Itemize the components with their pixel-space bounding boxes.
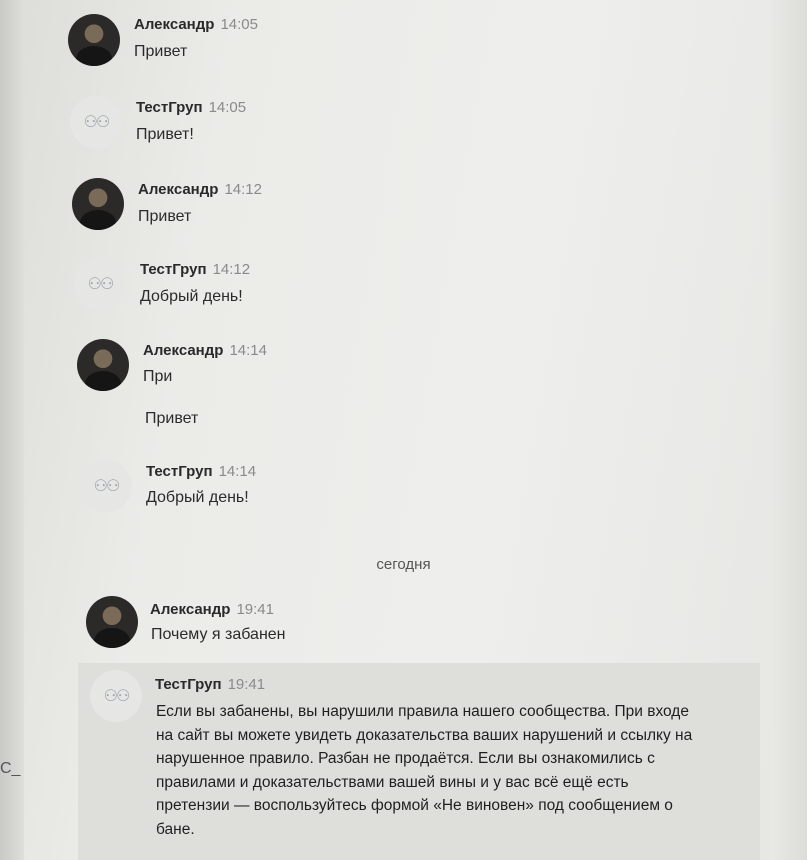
message-text: Добрый день! xyxy=(140,288,243,305)
message-author[interactable]: ТестГруп xyxy=(140,261,207,278)
group-icon: ⚇⚇ xyxy=(103,688,131,705)
left-panel-edge xyxy=(0,0,24,860)
message-text: Добрый день! xyxy=(146,489,249,506)
user-avatar[interactable] xyxy=(77,339,129,391)
message-text: Почему я забанен xyxy=(151,626,286,643)
message-text: Привет xyxy=(145,410,199,427)
message-time: 19:41 xyxy=(227,676,266,693)
group-icon: ⚇⚇ xyxy=(83,114,111,131)
message-time: 14:05 xyxy=(208,99,247,116)
group-icon: ⚇⚇ xyxy=(87,276,115,293)
message-author[interactable]: ТестГруп xyxy=(146,463,213,480)
message-text: Привет! xyxy=(136,126,194,143)
message-time: 14:05 xyxy=(220,16,258,33)
right-panel-edge xyxy=(771,0,807,860)
message-author[interactable]: Александр xyxy=(143,342,223,359)
left-edge-fragment: C_ xyxy=(0,760,21,777)
message-author[interactable]: Александр xyxy=(150,601,230,618)
user-avatar[interactable] xyxy=(68,14,120,66)
group-avatar[interactable]: ⚇⚇ xyxy=(90,670,142,722)
user-avatar[interactable] xyxy=(86,596,138,648)
group-avatar[interactable]: ⚇⚇ xyxy=(74,258,126,310)
message-text: При xyxy=(143,368,173,385)
group-icon: ⚇⚇ xyxy=(93,478,121,495)
message-time: 19:41 xyxy=(236,601,274,618)
user-avatar[interactable] xyxy=(72,178,124,230)
message-time: 14:12 xyxy=(224,181,262,198)
group-avatar[interactable]: ⚇⚇ xyxy=(80,460,132,512)
message-text: Привет xyxy=(134,43,188,60)
message-author[interactable]: ТестГруп xyxy=(136,99,203,116)
date-separator: сегодня xyxy=(376,556,431,573)
message-author[interactable]: Александр xyxy=(134,16,214,33)
message-text: Если вы забанены, вы нарушили правила на… xyxy=(156,703,693,838)
message-time: 14:14 xyxy=(229,342,267,359)
message-time: 14:14 xyxy=(218,463,257,480)
message-author[interactable]: ТестГруп xyxy=(155,676,222,693)
group-avatar[interactable]: ⚇⚇ xyxy=(70,96,122,148)
message-author[interactable]: Александр xyxy=(138,181,218,198)
message-time: 14:12 xyxy=(212,261,251,278)
message-text: Привет xyxy=(138,208,192,225)
